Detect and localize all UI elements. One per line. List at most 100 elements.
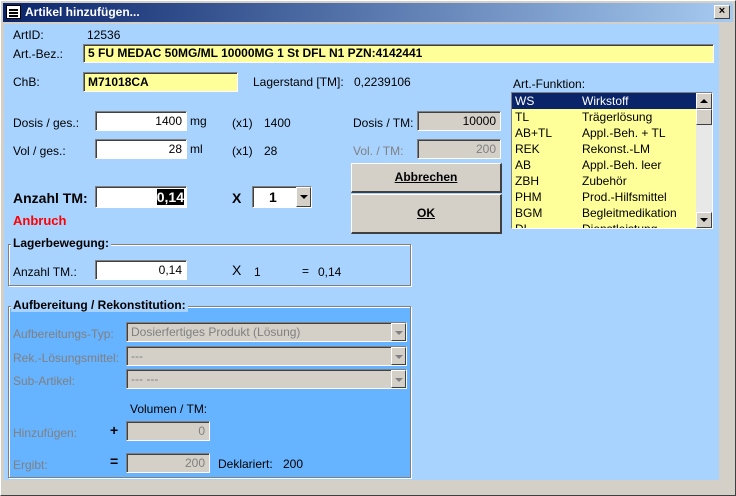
- abbrechen-button[interactable]: Abbrechen: [351, 163, 502, 193]
- vol-factor: (x1): [232, 144, 253, 158]
- anzahl-input[interactable]: 0,14: [95, 186, 187, 208]
- vol-tm-field: 200: [417, 139, 501, 159]
- vol-result: 28: [264, 144, 278, 158]
- list-item[interactable]: AB+TL Appl.-Beh. + TL: [512, 125, 698, 141]
- lagerstand-label: Lagerstand [TM]:: [253, 75, 344, 89]
- dosis-unit: mg: [190, 114, 207, 128]
- anzahl-times: X: [232, 190, 242, 206]
- typ-label: Aufbereitungs-Typ:: [13, 327, 114, 341]
- list-item[interactable]: WS Wirkstoff: [512, 93, 698, 109]
- hinzu-label: Hinzufügen:: [13, 426, 78, 440]
- lagerbewegung-result: 0,14: [318, 265, 342, 279]
- list-item-name: Trägerlösung: [582, 110, 653, 124]
- artbez-field[interactable]: 5 FU MEDAC 50MG/ML 10000MG 1 St DFL N1 P…: [83, 44, 714, 63]
- rek-value: ---: [131, 349, 143, 363]
- artbez-label: Art.-Bez.:: [13, 47, 64, 61]
- lagerbewegung-equals: =: [302, 264, 310, 278]
- close-button[interactable]: ×: [714, 5, 730, 19]
- vol-label: Vol / ges.:: [13, 144, 66, 158]
- dosis-label: Dosis / ges.:: [13, 116, 80, 130]
- window-title: Artikel hinzufügen...: [25, 5, 140, 19]
- multiplier-combo[interactable]: 1: [252, 186, 312, 208]
- list-item[interactable]: AB Appl.-Beh. leer: [512, 157, 698, 173]
- list-item-name: Rekonst.-LM: [582, 142, 651, 156]
- vol-input[interactable]: 28: [95, 139, 187, 159]
- list-item[interactable]: BGM Begleitmedikation: [512, 205, 698, 221]
- art-funktion-label: Art.-Funktion:: [513, 77, 586, 91]
- vol-tm-label: Vol. / TM:: [353, 144, 404, 158]
- list-item-code: REK: [515, 142, 540, 156]
- ergibt-label: Ergibt:: [13, 458, 48, 472]
- chb-label: ChB:: [13, 75, 40, 89]
- multiplier-value: 1: [269, 189, 277, 205]
- ergibt-field: 200: [126, 453, 210, 473]
- ok-button[interactable]: OK: [351, 194, 502, 234]
- list-item[interactable]: TL Trägerlösung: [512, 109, 698, 125]
- vol-unit: ml: [190, 142, 203, 156]
- list-item-name: Zubehör: [582, 174, 627, 188]
- lagerbewegung-multiplier: 1: [254, 265, 261, 279]
- chevron-down-icon: [391, 323, 406, 341]
- dosis-tm-label: Dosis / TM:: [353, 116, 414, 130]
- list-item-code: BGM: [515, 206, 543, 220]
- list-item-name: Prod.-Hilfsmittel: [582, 190, 667, 204]
- dosis-result: 1400: [264, 116, 291, 130]
- artid-label: ArtID:: [13, 28, 44, 42]
- list-item-code: PHM: [515, 190, 542, 204]
- form-icon: [6, 5, 21, 19]
- list-item-code: DL: [515, 222, 531, 229]
- scroll-up-icon[interactable]: [696, 93, 712, 109]
- lagerbewegung-title: Lagerbewegung:: [11, 236, 112, 250]
- window-frame-right: [719, 24, 735, 480]
- sub-combo: --- ---: [126, 369, 407, 389]
- list-item[interactable]: DL Dienstleistung: [512, 221, 698, 229]
- list-item-name: Appl.-Beh. + TL: [582, 126, 666, 140]
- rek-label: Rek.-Lösungsmittel:: [13, 351, 120, 365]
- scroll-thumb[interactable]: [696, 109, 712, 125]
- title-bar[interactable]: Artikel hinzufügen... ×: [3, 3, 733, 22]
- deklariert-label: Deklariert:: [218, 457, 273, 471]
- lagerbewegung-input[interactable]: 0,14: [95, 260, 187, 280]
- ergibt-sign: =: [110, 453, 119, 469]
- chevron-down-icon: [391, 370, 406, 388]
- list-item-code: AB: [515, 158, 532, 172]
- dialog-body: ArtID: 12536 Art.-Bez.: 5 FU MEDAC 50MG/…: [4, 24, 719, 480]
- list-item[interactable]: REK Rekonst.-LM: [512, 141, 698, 157]
- dialog-window: Artikel hinzufügen... × ArtID: 12536 Art…: [0, 0, 736, 496]
- aufbereitung-title: Aufbereitung / Rekonstitution:: [11, 298, 188, 312]
- lagerbewegung-times: X: [232, 262, 242, 278]
- hinzu-field: 0: [126, 421, 210, 441]
- dosis-tm-field: 10000: [417, 111, 501, 131]
- sub-value: --- ---: [131, 372, 159, 386]
- list-scrollbar[interactable]: [696, 93, 712, 228]
- chevron-down-icon[interactable]: [296, 187, 311, 207]
- lagerbewegung-label: Anzahl TM.:: [13, 265, 77, 279]
- scroll-down-icon[interactable]: [696, 212, 712, 228]
- list-item[interactable]: PHM Prod.-Hilfsmittel: [512, 189, 698, 205]
- list-item-name: Dienstleistung: [582, 222, 658, 229]
- list-item-code: AB+TL: [515, 126, 553, 140]
- deklariert-value: 200: [283, 457, 304, 471]
- artid-value: 12536: [87, 28, 121, 42]
- list-item[interactable]: ZBH Zubehör: [512, 173, 698, 189]
- art-funktion-list[interactable]: WS Wirkstoff TL Trägerlösung AB+TL Appl.-Beh.…: [511, 92, 713, 229]
- list-item-code: WS: [515, 94, 535, 108]
- chevron-down-icon: [391, 347, 406, 365]
- list-item-code: TL: [515, 110, 530, 124]
- volumen-label: Volumen / TM:: [130, 402, 208, 416]
- anzahl-label: Anzahl TM:: [13, 190, 88, 206]
- anzahl-selected-text: 0,14: [156, 189, 184, 205]
- window-frame-bottom: [4, 480, 735, 494]
- sub-label: Sub-Artikel:: [13, 374, 76, 388]
- rek-combo: ---: [126, 346, 407, 366]
- lagerstand-value: 0,2239106: [354, 75, 411, 89]
- typ-value: Dosierfertiges Produkt (Lösung): [131, 325, 301, 339]
- anbruch-warning: Anbruch: [13, 213, 67, 228]
- list-item-name: Begleitmedikation: [582, 206, 677, 220]
- chb-field[interactable]: M71018CA: [83, 72, 238, 92]
- dosis-factor: (x1): [232, 116, 253, 130]
- dosis-input[interactable]: 1400: [95, 111, 187, 131]
- list-item-name: Appl.-Beh. leer: [582, 158, 662, 172]
- list-item-name: Wirkstoff: [582, 94, 629, 108]
- typ-combo: Dosierfertiges Produkt (Lösung): [126, 322, 407, 342]
